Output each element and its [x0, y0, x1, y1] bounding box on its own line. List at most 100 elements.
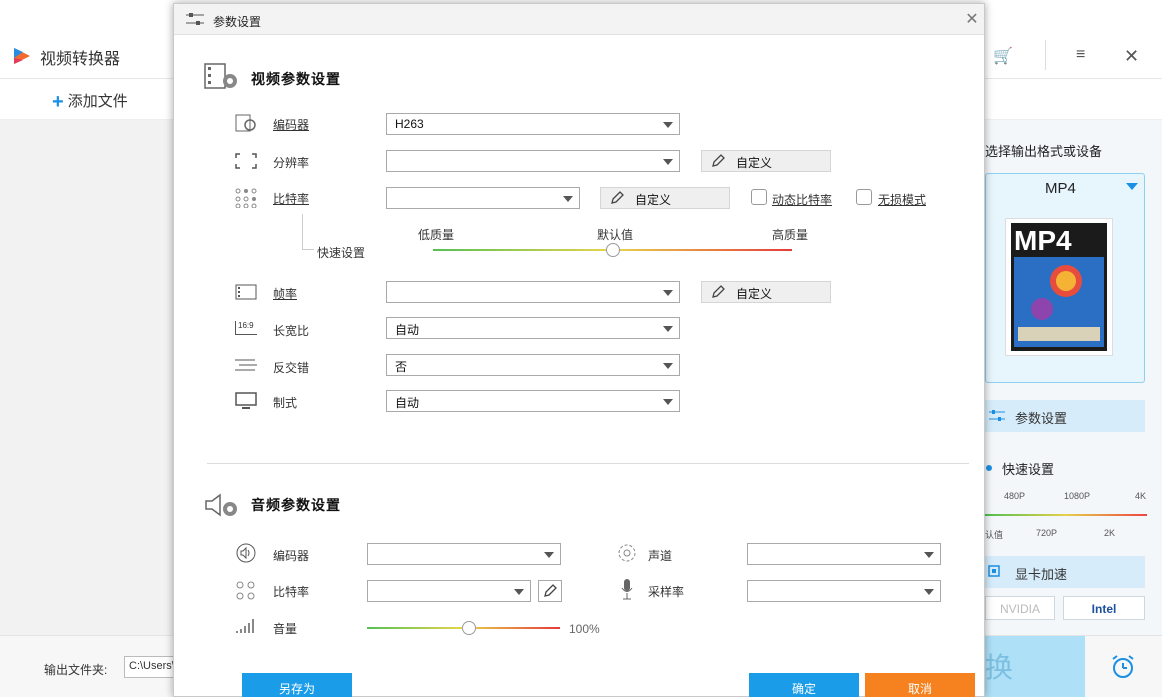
chip-icon: [988, 565, 1000, 577]
gpu-intel-option[interactable]: Intel: [1063, 596, 1145, 620]
ok-label: 确定: [791, 682, 816, 696]
gpu-intel-label: Intel: [1091, 602, 1117, 616]
params-settings-button[interactable]: 参数设置: [985, 400, 1145, 432]
gpu-nvidia-label: NVIDIA: [999, 602, 1040, 616]
volume-value: 100%: [569, 622, 600, 636]
low-quality-label: 低质量: [418, 228, 455, 242]
audio-encoder-select[interactable]: [367, 543, 561, 565]
gpu-nvidia-option[interactable]: NVIDIA: [985, 596, 1055, 620]
video-encoder-value: H263: [395, 117, 424, 131]
standard-label: 制式: [273, 396, 298, 410]
deinterlace-icon: [235, 359, 257, 371]
video-encoder-select[interactable]: H263: [386, 113, 680, 135]
deinterlace-value: 否: [395, 360, 408, 374]
close-app-icon[interactable]: ✕: [1124, 46, 1139, 67]
resolution-select[interactable]: [386, 150, 680, 172]
speaker-icon: [236, 543, 256, 563]
pencil-icon: [712, 285, 725, 298]
standard-value: 自动: [395, 396, 420, 410]
save-as-label: 另存为: [278, 682, 315, 696]
lossless-checkbox[interactable]: [856, 189, 872, 205]
format-dropdown-icon[interactable]: [1126, 183, 1138, 190]
framerate-custom-label: 自定义: [736, 287, 773, 301]
volume-slider-handle[interactable]: [462, 621, 477, 635]
dialog-title: 参数设置: [213, 15, 262, 29]
framerate-custom-button[interactable]: 自定义: [701, 281, 831, 303]
convert-label: 换: [985, 652, 1014, 683]
default-quality-label: 默认值: [597, 228, 634, 242]
volume-label: 音量: [273, 622, 298, 636]
tree-connector: [302, 214, 303, 250]
audio-settings-icon: [205, 493, 237, 517]
alarm-clock-icon[interactable]: [1110, 654, 1136, 680]
framerate-label: 帧率: [273, 287, 298, 301]
channel-label: 声道: [648, 549, 673, 563]
output-folder-input[interactable]: C:\Users\: [124, 656, 176, 678]
video-bitrate-select[interactable]: [386, 187, 580, 209]
output-folder-label: 输出文件夹:: [44, 663, 108, 677]
aspect-ratio-value: 自动: [395, 323, 420, 337]
save-as-button[interactable]: 另存为: [242, 673, 352, 697]
pencil-icon: [611, 191, 624, 204]
standard-select[interactable]: 自动: [386, 390, 680, 412]
chevron-down-icon: [924, 589, 934, 595]
samplerate-select[interactable]: [747, 580, 941, 602]
microphone-icon: [621, 579, 633, 600]
pencil-icon: [712, 154, 725, 167]
volume-bars-icon: [236, 619, 254, 633]
gpu-accel-label: 显卡加速: [1015, 567, 1068, 582]
aspect-ratio-select[interactable]: 自动: [386, 317, 680, 339]
audio-bitrate-edit-button[interactable]: [538, 580, 562, 602]
params-settings-label: 参数设置: [1015, 411, 1068, 426]
chevron-down-icon: [663, 363, 673, 369]
bitrate-icon: [236, 581, 255, 600]
plus-icon: +: [52, 91, 64, 113]
monitor-icon: [235, 392, 257, 409]
ok-button[interactable]: 确定: [749, 673, 859, 697]
add-file-button[interactable]: + 添加文件: [52, 90, 128, 114]
bitrate-icon: [235, 188, 257, 208]
aspect-ratio-icon-text: 16:9: [238, 321, 254, 330]
chevron-down-icon: [663, 290, 673, 296]
audio-bitrate-select[interactable]: [367, 580, 531, 602]
titlebar-divider: [1045, 40, 1046, 70]
quality-slider-track[interactable]: [985, 514, 1147, 516]
add-file-label: 添加文件: [67, 93, 128, 110]
chevron-down-icon: [563, 196, 573, 202]
video-bitrate-label: 比特率: [273, 192, 310, 206]
lossless-label[interactable]: 无损模式: [878, 191, 926, 208]
video-encoder-label: 编码器: [273, 118, 310, 132]
resolution-custom-button[interactable]: 自定义: [701, 150, 831, 172]
settings-sliders-icon: [989, 410, 1005, 421]
output-format-prompt: 选择输出格式或设备: [985, 144, 1103, 159]
dialog-close-button[interactable]: ✕: [962, 9, 982, 29]
bitrate-custom-button[interactable]: 自定义: [600, 187, 730, 209]
menu-icon[interactable]: ≡: [1076, 46, 1085, 64]
cart-icon[interactable]: 🛒: [993, 46, 1013, 66]
format-thumbnail: MP4: [1005, 218, 1113, 356]
cancel-button[interactable]: 取消: [865, 673, 975, 697]
quality-slider-handle[interactable]: [605, 243, 620, 257]
quality-label-2k: 2K: [1104, 528, 1116, 538]
chevron-down-icon: [663, 326, 673, 332]
pencil-icon: [544, 584, 557, 597]
framerate-select[interactable]: [386, 281, 680, 303]
encoder-icon: [235, 114, 256, 132]
video-section-title: 视频参数设置: [251, 71, 341, 87]
quick-settings-label: 快速设置: [1002, 462, 1055, 477]
gpu-accel-button[interactable]: 显卡加速: [985, 556, 1145, 588]
convert-button[interactable]: 换: [985, 636, 1085, 697]
quality-label-4k: 4K: [1135, 491, 1147, 501]
chevron-down-icon: [924, 552, 934, 558]
resolution-custom-label: 自定义: [736, 156, 773, 170]
bitrate-custom-label: 自定义: [635, 193, 672, 207]
quality-label-1080p: 1080P: [1064, 491, 1091, 501]
section-divider: [207, 463, 969, 464]
channel-select[interactable]: [747, 543, 941, 565]
vbr-label[interactable]: 动态比特率: [772, 191, 832, 208]
audio-encoder-label: 编码器: [273, 549, 310, 563]
deinterlace-select[interactable]: 否: [386, 354, 680, 376]
samplerate-label: 采样率: [648, 585, 685, 599]
dialog-header: 参数设置 ✕: [174, 4, 984, 35]
vbr-checkbox[interactable]: [751, 189, 767, 205]
